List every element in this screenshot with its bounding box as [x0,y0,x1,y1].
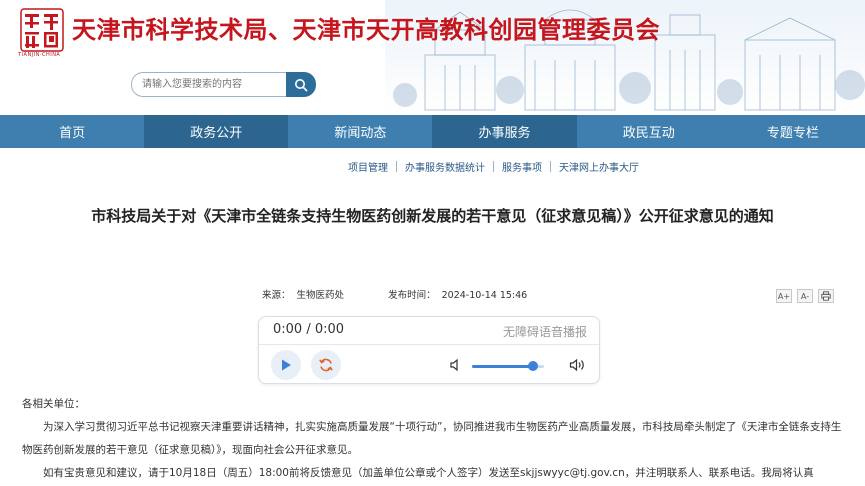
sub-nav: 项目管理 办事服务数据统计 服务事项 天津网上办事大厅 [340,157,647,175]
subnav-item-service-matters[interactable]: 服务事项 [494,159,550,174]
body-paragraph: 为深入学习贯彻习近平总书记视察天津重要讲话精神，扎实实施高质量发展“十项行动”，… [22,421,842,456]
font-increase-button[interactable]: A+ [776,289,792,303]
print-icon [821,291,831,301]
player-label: 无障碍语音播报 [502,325,587,339]
subnav-item-project-management[interactable]: 项目管理 [340,159,396,174]
article-body: 各相关单位： [22,393,844,416]
article-meta: 来源： 生物医药处 发布时间： 2024-10-14 15:46 [262,287,533,301]
source-label: 来源： [262,290,291,301]
site-header: TIANJIN·CHINA 天津市科学技术局、天津市天开高教科创园管理委员会 [0,0,865,115]
volume-slider-thumb[interactable] [528,361,539,371]
audio-player: 0:00 / 0:00 无障碍语音播报 [258,316,600,384]
volume-high-icon[interactable] [569,358,587,372]
date-label: 发布时间： [388,290,436,301]
search-button[interactable] [286,72,316,97]
article-title: 市科技局关于对《天津市全链条支持生物医药创新发展的若干意见（征求意见稿）》公开征… [91,207,774,225]
nav-item-public-interaction[interactable]: 政民互动 [577,115,721,148]
play-icon [282,359,291,371]
replay-icon [319,358,333,372]
volume-low-icon[interactable] [449,358,463,372]
main-nav: 首页 政务公开 新闻动态 办事服务 政民互动 专题专栏 [0,115,865,148]
font-decrease-button[interactable]: A- [797,289,813,303]
body-paragraph: 如有宝贵意见和建议，请于10月18日（周五）18:00前将反馈意见（加盖单位公章… [43,467,814,479]
search-input[interactable] [131,72,289,97]
date-value: 2024-10-14 15:46 [441,290,528,301]
search-bar [131,72,316,97]
play-button[interactable] [271,350,301,380]
search-icon [295,78,308,91]
nav-item-services[interactable]: 办事服务 [432,115,577,148]
replay-button[interactable] [311,350,341,380]
nav-item-news[interactable]: 新闻动态 [288,115,432,148]
site-title: 天津市科学技术局、天津市天开高教科创园管理委员会 [72,15,660,44]
volume-slider[interactable] [472,361,544,371]
player-divider [259,344,599,345]
volume-slider-fill [472,365,534,368]
player-time: 0:00 / 0:00 [273,322,345,337]
nav-item-government-affairs[interactable]: 政务公开 [144,115,289,148]
subnav-item-service-statistics[interactable]: 办事服务数据统计 [397,159,493,174]
font-decrease-label: A- [800,291,810,301]
salutation: 各相关单位： [22,398,85,410]
font-increase-label: A+ [777,291,791,301]
print-button[interactable] [818,289,834,303]
nav-item-home[interactable]: 首页 [0,115,144,148]
nav-item-special-topics[interactable]: 专题专栏 [721,115,865,148]
logo-subtext: TIANJIN·CHINA [18,52,61,58]
article-tools: A+ A- [776,289,834,303]
source-value: 生物医药处 [296,290,345,301]
site-logo[interactable] [20,8,64,54]
subnav-item-online-service-hall[interactable]: 天津网上办事大厅 [551,159,647,174]
